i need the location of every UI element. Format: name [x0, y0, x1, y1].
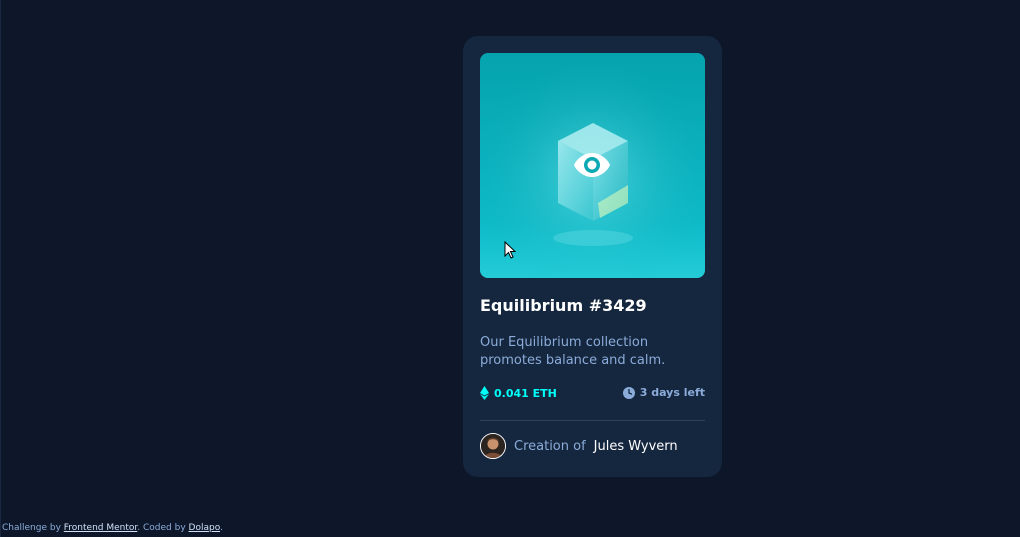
- nft-description: Our Equilibrium collection promotes bala…: [480, 335, 666, 368]
- time-left-value: 3 days left: [639, 386, 705, 399]
- creator-row: Creation of Jules Wyvern: [480, 433, 678, 459]
- eye-icon: [574, 153, 610, 177]
- creator-prefix: Creation of: [514, 438, 586, 454]
- creator-name[interactable]: Jules Wyvern: [594, 439, 678, 454]
- avatar: [480, 433, 506, 459]
- attribution-suffix: .: [220, 523, 223, 533]
- time-left: 3 days left: [622, 386, 705, 399]
- attribution-middle: . Coded by: [137, 523, 186, 533]
- ethereum-icon: [480, 386, 489, 400]
- nft-card: [463, 36, 722, 477]
- attribution-prefix: Challenge by: [2, 523, 61, 533]
- mouse-cursor-icon: [504, 241, 516, 259]
- frontend-mentor-link[interactable]: Frontend Mentor: [64, 523, 138, 533]
- author-link[interactable]: Dolapo: [189, 523, 221, 533]
- price: 0.041 ETH: [480, 386, 557, 400]
- divider: [480, 420, 705, 421]
- nft-title[interactable]: Equilibrium #3429: [480, 296, 647, 315]
- clock-icon: [622, 386, 635, 399]
- attribution: Challenge by Frontend Mentor. Coded by D…: [2, 523, 223, 533]
- page: Equilibrium #3429 Our Equilibrium collec…: [0, 0, 1020, 537]
- nft-meta-row: 0.041 ETH 3 days left: [480, 386, 705, 404]
- price-value: 0.041 ETH: [494, 386, 557, 400]
